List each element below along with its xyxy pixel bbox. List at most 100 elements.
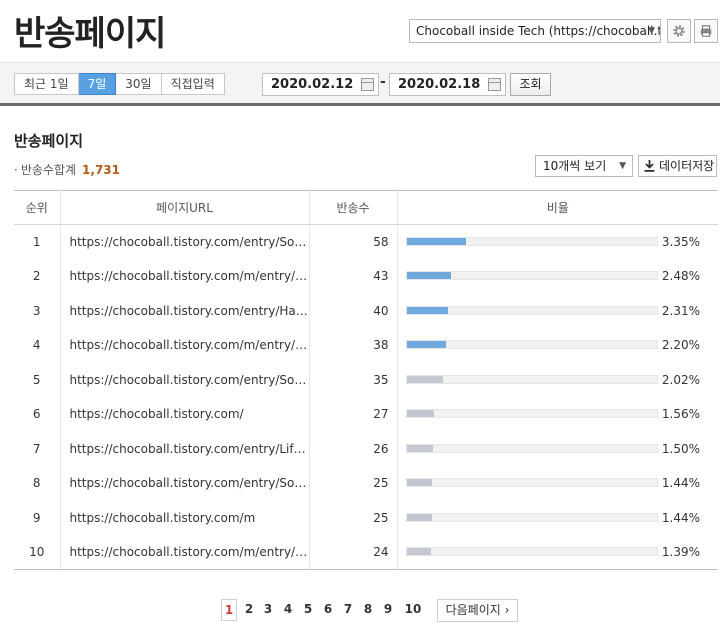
ratio-bar-track [405,478,658,487]
settings-button[interactable] [667,19,691,43]
page-number-2[interactable]: 2 [241,599,257,621]
rank-cell: 4 [14,328,61,363]
site-select[interactable]: Chocoball inside Tech (https://chocoball… [409,19,661,43]
print-button[interactable] [694,19,718,43]
gear-icon [673,25,685,37]
ratio-value: 2.31% [661,303,700,318]
rank-cell: 10 [14,535,61,570]
url-cell[interactable]: https://chocoball.tistory.com/entry/Life… [60,431,310,466]
url-cell[interactable]: https://chocoball.tistory.com/m/entry/Li… [60,259,310,294]
rank-cell: 6 [14,397,61,432]
calendar-icon[interactable] [488,78,501,91]
range-tab-7days[interactable]: 7일 [78,73,117,95]
ratio-bar-track [405,547,658,556]
page-number-7[interactable]: 7 [340,599,356,621]
ratio-cell: 2.20% [397,328,718,363]
url-link[interactable]: https://chocoball.tistory.com/m/entry/Ha… [70,545,309,559]
url-cell[interactable]: https://chocoball.tistory.com/entry/Hard… [60,293,310,328]
url-link[interactable]: https://chocoball.tistory.com/m/entry/Li… [70,269,309,283]
table-row: 4 https://chocoball.tistory.com/m/entry/H… [14,328,718,363]
url-cell[interactable]: https://chocoball.tistory.com/entry/Soft… [60,362,310,397]
ratio-cell: 1.56% [397,397,718,432]
ratio-bar-fill [406,375,443,383]
ratio-value: 1.44% [661,476,700,490]
rank-cell: 9 [14,500,61,535]
page-number-5[interactable]: 5 [300,599,316,621]
url-cell[interactable]: https://chocoball.tistory.com/m/entry/Ha… [60,535,310,570]
filter-bar: 최근 1일 7일 30일 직접입력 2020.02.12 - 2020.02.1… [0,62,720,106]
url-cell[interactable]: https://chocoball.tistory.com/m [60,500,310,535]
page-number-4[interactable]: 4 [280,599,296,621]
range-tab-30days[interactable]: 30일 [116,73,162,95]
url-link[interactable]: https://chocoball.tistory.com/entry/Soft… [70,373,309,387]
header-url: 페이지URL [60,190,310,225]
count-cell: 25 [309,500,398,535]
ratio-bar-track [405,237,658,246]
rank-cell: 2 [14,259,61,294]
ratio-value: 2.20% [661,338,700,352]
count-cell: 26 [309,431,398,466]
bounce-page-table: 순위 페이지URL 반송수 비율 1 https://chocoball.tist… [14,190,718,570]
url-link[interactable]: https://chocoball.tistory.com/m [70,511,309,525]
table-header-row: 순위 페이지URL 반송수 비율 [14,190,718,225]
total-label: 반송수합계 [20,163,77,177]
count-cell: 35 [309,362,398,397]
url-cell[interactable]: https://chocoball.tistory.com/ [60,397,310,432]
ratio-cell: 1.44% [397,501,718,536]
end-date-field[interactable]: 2020.02.18 [389,73,506,96]
ratio-cell: 3.35% [397,225,718,260]
header-rank: 순위 [14,190,61,225]
count-cell: 40 [309,293,398,328]
page-number-3[interactable]: 3 [260,599,276,621]
url-link[interactable]: https://chocoball.tistory.com/entry/Soft… [70,476,309,490]
table-row: 5 https://chocoball.tistory.com/entry/Sof… [14,362,718,398]
range-tab-custom[interactable]: 직접입력 [161,73,225,95]
calendar-icon[interactable] [361,78,374,91]
table-row: 9 https://chocoball.tistory.com/m 25 1.44% [14,500,718,536]
url-link[interactable]: https://chocoball.tistory.com/entry/Soft… [70,235,309,249]
query-button[interactable]: 조회 [510,73,551,96]
rows-per-page-select[interactable]: 10개씩 보기 ▼ [535,155,633,177]
table-row: 2 https://chocoball.tistory.com/m/entry/L… [14,259,718,294]
ratio-bar-track [405,340,658,349]
ratio-value: 1.44% [661,510,700,525]
ratio-bar-track [405,305,658,315]
start-date-field[interactable]: 2020.02.12 [262,73,379,96]
rank-cell: 8 [14,466,61,501]
date-separator: - [380,74,386,90]
page-number-10[interactable]: 10 [402,599,424,621]
chevron-down-icon: ▼ [619,161,626,171]
pagination: 다음페이지 › 1 2 3 4 5 6 7 8 9 10 [0,599,720,623]
url-cell[interactable]: https://chocoball.tistory.com/entry/Soft… [60,466,310,501]
download-button[interactable]: 데이터저장 [638,155,717,177]
next-page-label: 다음페이지 [445,603,501,617]
url-link[interactable]: https://chocoball.tistory.com/entry/Life… [70,442,309,456]
ratio-value: 1.56% [661,407,700,421]
ratio-bar-fill [406,513,433,521]
page-number-1[interactable]: 1 [221,599,237,621]
range-tab-1day[interactable]: 최근 1일 [14,73,79,95]
url-link[interactable]: https://chocoball.tistory.com/ [70,407,309,421]
ratio-bar-fill [406,479,433,486]
url-cell[interactable]: https://chocoball.tistory.com/m/entry/Ha… [60,328,310,363]
rank-cell: 1 [14,224,61,259]
url-cell[interactable]: https://chocoball.tistory.com/entry/Soft… [60,224,310,259]
url-link[interactable]: https://chocoball.tistory.com/entry/Hard… [70,304,309,318]
next-page-button[interactable]: 다음페이지 › [437,599,518,622]
ratio-bar-fill [406,272,451,279]
date-range-tabs: 최근 1일 7일 30일 직접입력 [14,73,225,95]
ratio-bar-track [405,512,658,522]
table-row: 8 https://chocoball.tistory.com/entry/Sof… [14,466,718,501]
header-ratio: 비율 [397,190,718,225]
page-number-6[interactable]: 6 [320,599,336,621]
rank-cell: 3 [14,293,61,328]
page-number-9[interactable]: 9 [380,599,396,621]
count-cell: 43 [309,259,398,294]
ratio-cell: 1.50% [397,432,718,467]
table-row: 3 https://chocoball.tistory.com/entry/Har… [14,293,718,328]
page-number-8[interactable]: 8 [360,599,376,621]
ratio-bar-fill [406,410,435,417]
header-count: 반송수 [309,190,398,225]
ratio-cell: 2.02% [397,363,718,398]
url-link[interactable]: https://chocoball.tistory.com/m/entry/Ha… [70,338,309,352]
